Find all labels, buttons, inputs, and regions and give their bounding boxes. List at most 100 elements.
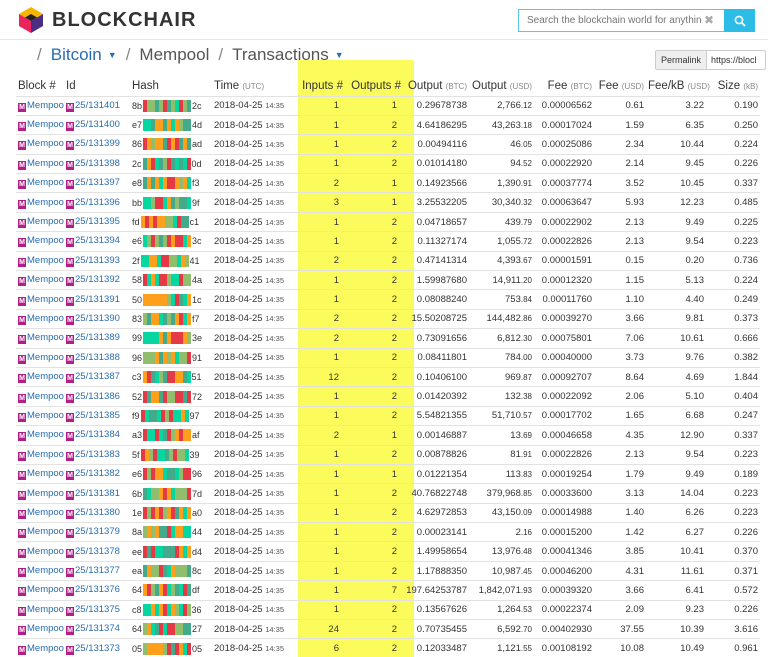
- table-row[interactable]: M Mempool M 25/131398 2c 0d 2018-04-25 14:3…: [16, 153, 760, 174]
- block-link[interactable]: Mempool: [27, 255, 64, 266]
- cell-id[interactable]: M 25/131380: [64, 502, 130, 523]
- block-link[interactable]: Mempool: [27, 235, 64, 246]
- col-output-usd[interactable]: Output (USD): [469, 76, 534, 96]
- block-link[interactable]: Mempool: [27, 526, 64, 537]
- table-row[interactable]: M Mempool M 25/131392 58 4a 2018-04-25 14:3…: [16, 270, 760, 290]
- cell-id[interactable]: M 25/131395: [64, 211, 130, 232]
- cell-block[interactable]: M Mempool: [16, 425, 64, 446]
- table-row[interactable]: M Mempool M 25/131393 2f 41 2018-04-25 14:3…: [16, 250, 760, 271]
- cell-hash[interactable]: e6 96: [130, 463, 212, 484]
- block-link[interactable]: Mempool: [27, 197, 64, 208]
- cell-block[interactable]: M Mempool: [16, 405, 64, 426]
- block-link[interactable]: Mempool: [27, 332, 64, 343]
- cell-hash[interactable]: 1e a0: [130, 502, 212, 523]
- cell-id[interactable]: M 25/131381: [64, 483, 130, 504]
- cell-block[interactable]: M Mempool: [16, 560, 64, 581]
- cell-id[interactable]: M 25/131382: [64, 463, 130, 484]
- chevron-down-icon[interactable]: ▼: [335, 50, 344, 60]
- cell-hash[interactable]: 6b 7d: [130, 483, 212, 504]
- block-link[interactable]: Mempool: [27, 584, 64, 595]
- cell-block[interactable]: M Mempool: [16, 386, 64, 407]
- table-row[interactable]: M Mempool M 25/131379 8a 44 2018-04-25 14:3…: [16, 522, 760, 542]
- table-row[interactable]: M Mempool M 25/131399 86 ad 2018-04-25 14:3…: [16, 134, 760, 155]
- tx-id-link[interactable]: 25/131401: [75, 100, 120, 111]
- table-row[interactable]: M Mempool M 25/131401 8b 2c 2018-04-25 14:3…: [16, 95, 760, 116]
- search-button[interactable]: [724, 9, 755, 32]
- cell-id[interactable]: M 25/131387: [64, 366, 130, 387]
- cell-id[interactable]: M 25/131391: [64, 289, 130, 310]
- tx-id-link[interactable]: 25/131373: [75, 643, 120, 654]
- tx-id-link[interactable]: 25/131388: [75, 352, 120, 363]
- cell-block[interactable]: M Mempool: [16, 95, 64, 116]
- tx-id-link[interactable]: 25/131387: [75, 371, 120, 382]
- cell-id[interactable]: M 25/131386: [64, 386, 130, 407]
- block-link[interactable]: Mempool: [27, 371, 64, 382]
- cell-block[interactable]: M Mempool: [16, 114, 64, 135]
- cell-block[interactable]: M Mempool: [16, 134, 64, 155]
- cell-hash[interactable]: ee d4: [130, 541, 212, 562]
- block-link[interactable]: Mempool: [27, 488, 64, 499]
- cell-block[interactable]: M Mempool: [16, 250, 64, 271]
- cell-hash[interactable]: 05 05: [130, 638, 212, 657]
- block-link[interactable]: Mempool: [27, 507, 64, 518]
- tx-id-link[interactable]: 25/131374: [75, 623, 120, 634]
- cell-block[interactable]: M Mempool: [16, 502, 64, 523]
- cell-block[interactable]: M Mempool: [16, 153, 64, 174]
- cell-id[interactable]: M 25/131379: [64, 522, 130, 542]
- table-row[interactable]: M Mempool M 25/131375 c8 36 2018-04-25 14:3…: [16, 599, 760, 620]
- block-link[interactable]: Mempool: [27, 274, 64, 285]
- col-hash[interactable]: Hash: [130, 76, 212, 96]
- col-size[interactable]: Size (kB): [706, 76, 760, 96]
- cell-id[interactable]: M 25/131389: [64, 328, 130, 349]
- cell-hash[interactable]: 2c 0d: [130, 153, 212, 174]
- cell-hash[interactable]: 58 4a: [130, 270, 212, 290]
- cell-id[interactable]: M 25/131394: [64, 231, 130, 252]
- cell-hash[interactable]: 5f 39: [130, 444, 212, 465]
- cell-hash[interactable]: 8b 2c: [130, 95, 212, 116]
- block-link[interactable]: Mempool: [27, 352, 64, 363]
- cell-hash[interactable]: 52 72: [130, 386, 212, 407]
- cell-block[interactable]: M Mempool: [16, 444, 64, 465]
- cell-id[interactable]: M 25/131378: [64, 541, 130, 562]
- tx-id-link[interactable]: 25/131380: [75, 507, 120, 518]
- table-row[interactable]: M Mempool M 25/131395 fd c1 2018-04-25 14:3…: [16, 211, 760, 232]
- cell-hash[interactable]: a3 af: [130, 425, 212, 446]
- cell-hash[interactable]: 2f 41: [130, 250, 212, 271]
- breadcrumb-chain[interactable]: Bitcoin: [51, 45, 102, 65]
- cell-block[interactable]: M Mempool: [16, 270, 64, 290]
- block-link[interactable]: Mempool: [27, 546, 64, 557]
- chevron-down-icon[interactable]: ▼: [108, 50, 117, 60]
- breadcrumb-section[interactable]: Mempool: [139, 45, 209, 65]
- tx-id-link[interactable]: 25/131391: [75, 294, 120, 305]
- table-row[interactable]: M Mempool M 25/131396 bb 9f 2018-04-25 14:3…: [16, 192, 760, 213]
- cell-hash[interactable]: f9 97: [130, 405, 212, 426]
- cell-block[interactable]: M Mempool: [16, 366, 64, 387]
- table-row[interactable]: M Mempool M 25/131386 52 72 2018-04-25 14:3…: [16, 386, 760, 407]
- tx-id-link[interactable]: 25/131382: [75, 468, 120, 479]
- cell-block[interactable]: M Mempool: [16, 522, 64, 542]
- cell-id[interactable]: M 25/131396: [64, 192, 130, 213]
- block-link[interactable]: Mempool: [27, 429, 64, 440]
- tx-id-link[interactable]: 25/131398: [75, 158, 120, 169]
- block-link[interactable]: Mempool: [27, 138, 64, 149]
- table-row[interactable]: M Mempool M 25/131385 f9 97 2018-04-25 14:3…: [16, 405, 760, 426]
- col-output-btc[interactable]: Output (BTC): [403, 76, 469, 96]
- tx-id-link[interactable]: 25/131396: [75, 197, 120, 208]
- tx-id-link[interactable]: 25/131389: [75, 332, 120, 343]
- cell-block[interactable]: M Mempool: [16, 463, 64, 484]
- cell-hash[interactable]: 99 3e: [130, 328, 212, 349]
- cell-block[interactable]: M Mempool: [16, 231, 64, 252]
- cell-block[interactable]: M Mempool: [16, 192, 64, 213]
- col-fee[interactable]: Fee (BTC): [534, 76, 594, 96]
- block-link[interactable]: Mempool: [27, 604, 64, 615]
- cell-id[interactable]: M 25/131390: [64, 308, 130, 329]
- cell-block[interactable]: M Mempool: [16, 483, 64, 504]
- cell-hash[interactable]: ea 8c: [130, 560, 212, 581]
- col-block[interactable]: Block #: [16, 76, 64, 96]
- cell-id[interactable]: M 25/131385: [64, 405, 130, 426]
- cell-id[interactable]: M 25/131375: [64, 599, 130, 620]
- cell-hash[interactable]: bb 9f: [130, 192, 212, 213]
- cell-block[interactable]: M Mempool: [16, 328, 64, 349]
- blockchair-logo[interactable]: BLOCKCHAIR: [18, 6, 196, 34]
- cell-id[interactable]: M 25/131388: [64, 347, 130, 368]
